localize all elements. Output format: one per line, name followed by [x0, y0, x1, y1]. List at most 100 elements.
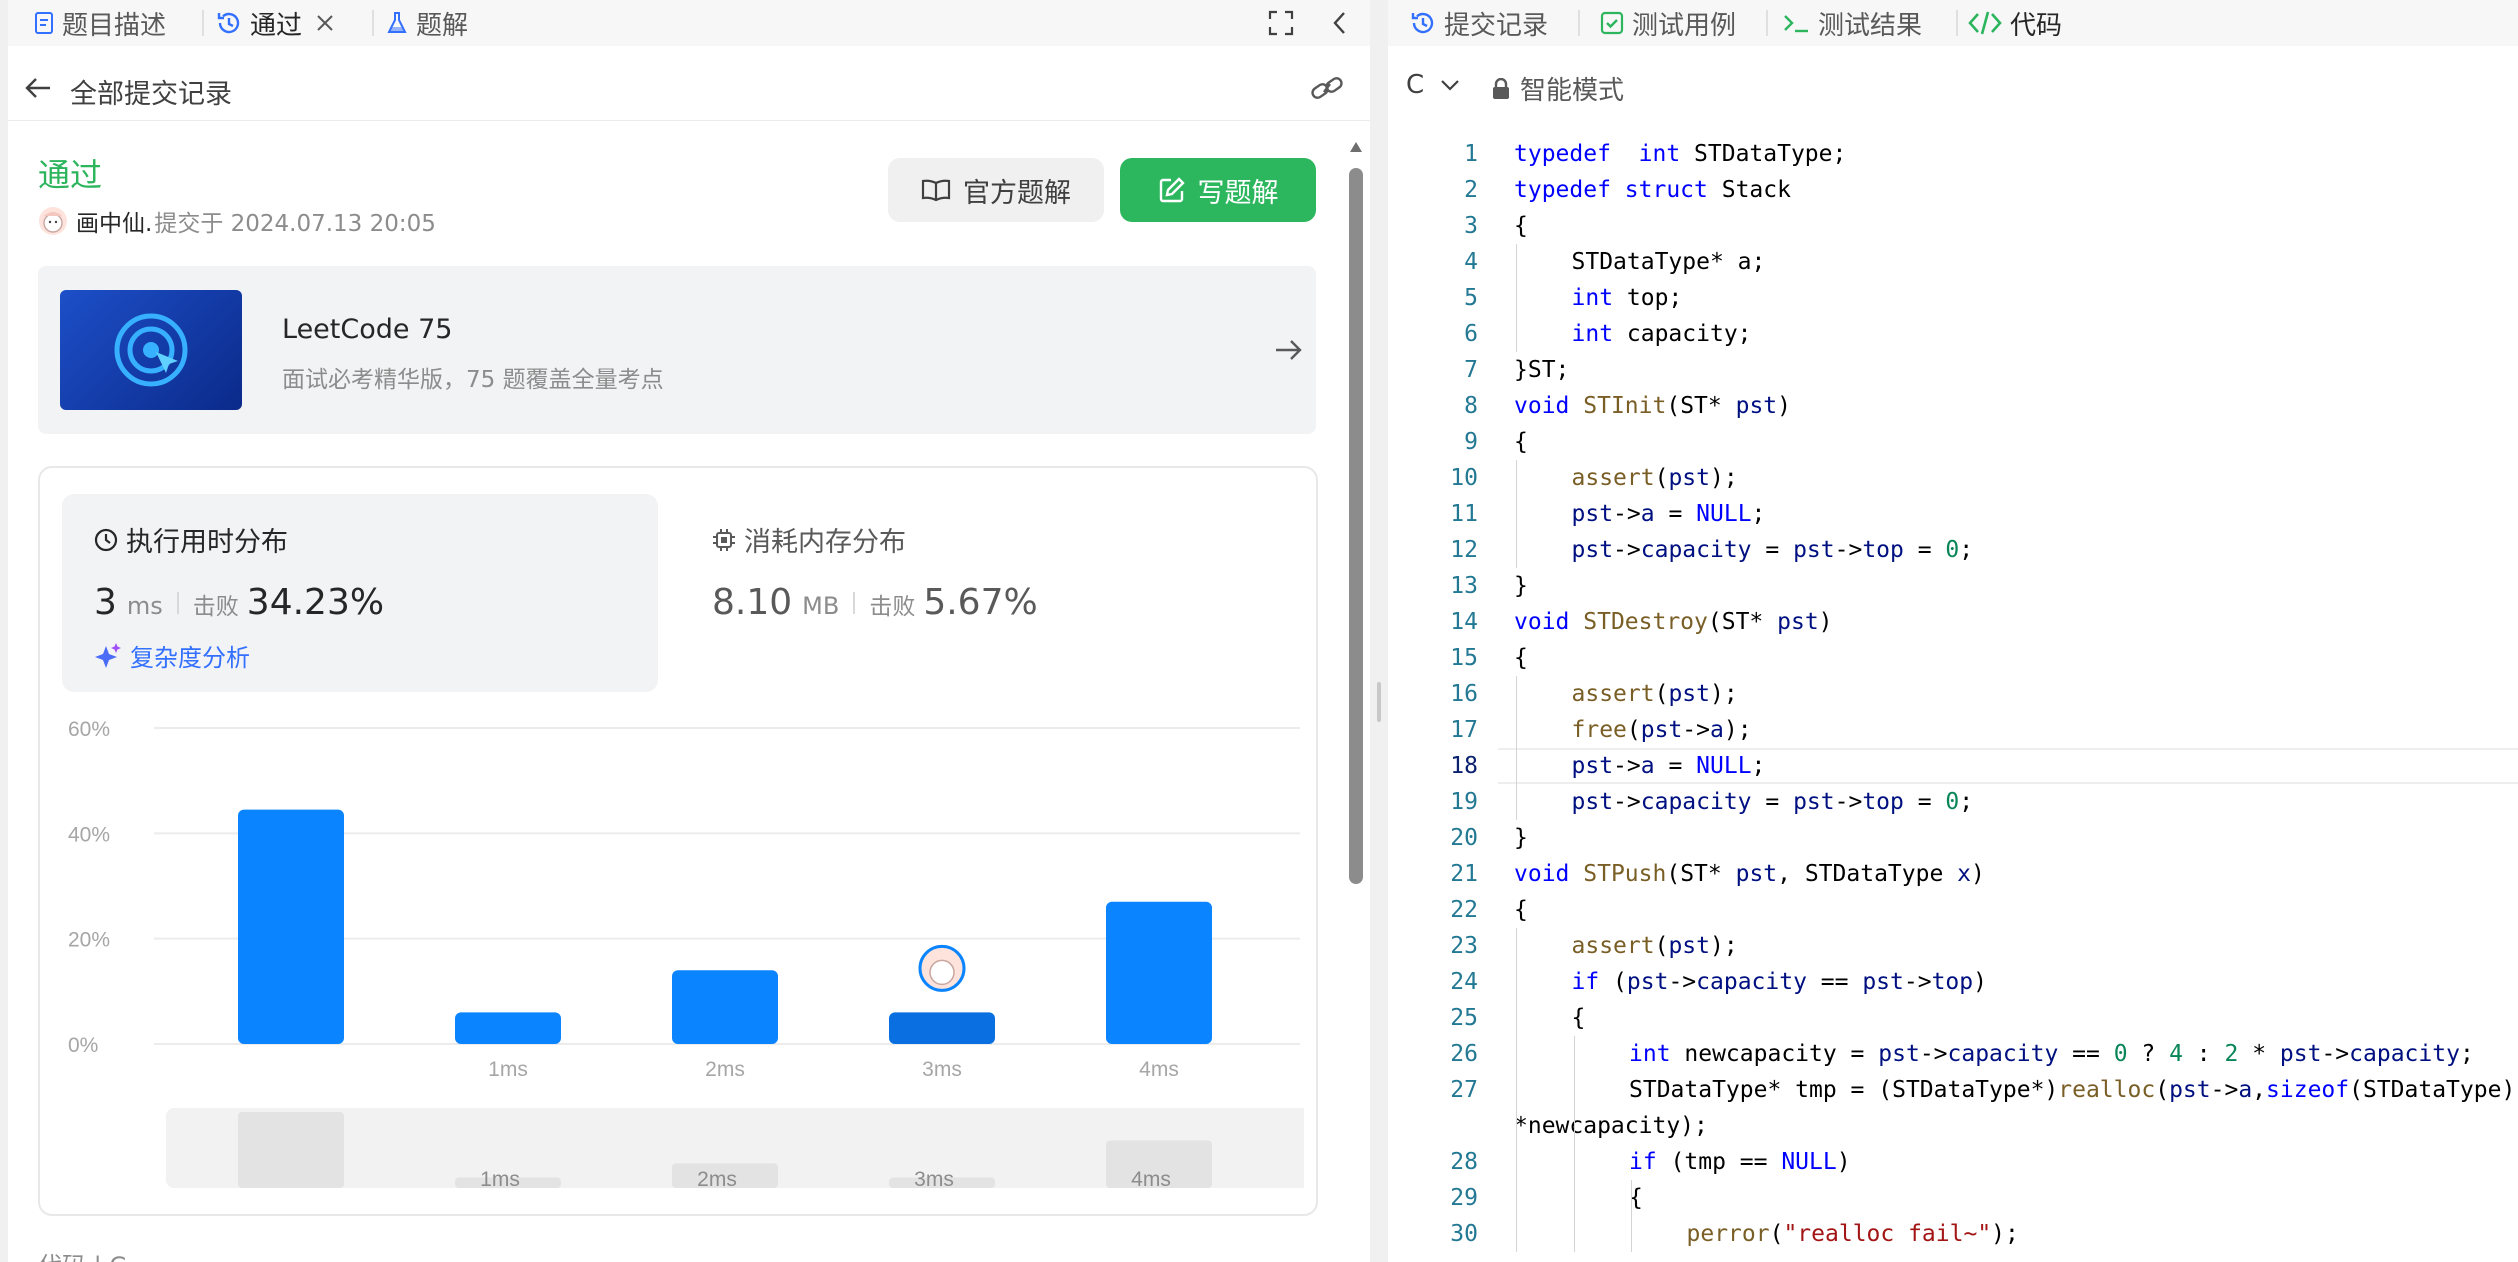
- code-line[interactable]: 25 {: [1388, 1000, 2518, 1036]
- code-text: {: [1514, 429, 1528, 455]
- code-line[interactable]: 15 {: [1388, 640, 2518, 676]
- code-line[interactable]: 14 void STDestroy(ST* pst): [1388, 604, 2518, 640]
- right-pane: 提交记录 测试用例 测试结果 代码 C 智能模式 1 typedef int ST…: [1388, 0, 2518, 1262]
- code-line[interactable]: 20}: [1388, 820, 2518, 856]
- terminal-icon: [1784, 15, 1808, 33]
- brush-label: 4ms: [1131, 1168, 1171, 1191]
- code-line[interactable]: 1 typedef int STDataType;: [1388, 136, 2518, 172]
- code-line[interactable]: 2 typedef struct Stack: [1388, 172, 2518, 208]
- code-line[interactable]: 21 void STPush(ST* pst, STDataType x): [1388, 856, 2518, 892]
- complexity-analysis-link[interactable]: 复杂度分析: [94, 638, 250, 673]
- code-line[interactable]: 8 void STInit(ST* pst): [1388, 388, 2518, 424]
- indent-guide: [1573, 1036, 1575, 1252]
- tab-submissions[interactable]: 提交记录: [1410, 0, 1548, 46]
- code-text: *newcapacity);: [1514, 1113, 1708, 1139]
- code-line[interactable]: 24 if (pst->capacity == pst->top): [1388, 964, 2518, 1000]
- code-text: void STDestroy(ST* pst): [1514, 609, 1833, 635]
- runtime-panel[interactable]: 执行用时分布 3 ms 击败 34.23% 复杂度分析: [62, 494, 658, 692]
- line-number: 18: [1450, 753, 1478, 779]
- code-text: typedef struct Stack: [1514, 177, 1791, 203]
- y-tick-label: 60%: [68, 718, 110, 741]
- code-text: pst->capacity = pst->top = 0;: [1571, 789, 1974, 815]
- y-tick-label: 20%: [68, 929, 110, 952]
- runtime-beat: 34.23%: [246, 582, 385, 623]
- code-line[interactable]: 29{: [1388, 1180, 2518, 1216]
- code-line[interactable]: 22 {: [1388, 892, 2518, 928]
- code-line[interactable]: 23 assert(pst);: [1388, 928, 2518, 964]
- tab-test-results-label: 测试结果: [1818, 10, 1923, 41]
- memory-title: 消耗内存分布: [712, 520, 906, 559]
- tab-solutions[interactable]: 题解: [386, 0, 468, 46]
- left-scrollbar[interactable]: [1346, 130, 1366, 1262]
- checkbox-icon: [1600, 11, 1624, 35]
- write-solution-button[interactable]: 写题解: [1120, 158, 1316, 222]
- code-line[interactable]: 13}: [1388, 568, 2518, 604]
- close-icon[interactable]: [316, 14, 334, 32]
- brush-label: 1ms: [480, 1168, 520, 1191]
- tab-description[interactable]: 题目描述: [34, 0, 166, 46]
- code-line[interactable]: 26 int newcapacity = pst->capacity == 0 ?…: [1388, 1036, 2518, 1072]
- code-line[interactable]: 30 perror("realloc fail~");: [1388, 1216, 2518, 1252]
- code-icon: [1968, 11, 2002, 35]
- code-line[interactable]: 7}ST;: [1388, 352, 2518, 388]
- line-number: 20: [1450, 825, 1478, 851]
- complexity-analysis-label: 复杂度分析: [130, 644, 250, 672]
- back-arrow-icon[interactable]: [24, 76, 52, 100]
- code-line[interactable]: 6 int capacity;: [1388, 316, 2518, 352]
- arrow-right-icon[interactable]: [1274, 336, 1304, 364]
- tab-testcases[interactable]: 测试用例: [1600, 0, 1736, 46]
- performance-card: 执行用时分布 3 ms 击败 34.23% 复杂度分析 消耗内存分布 8.10 …: [38, 466, 1318, 1216]
- code-line[interactable]: 9{: [1388, 424, 2518, 460]
- line-number: 13: [1450, 573, 1478, 599]
- language-value: C: [1406, 70, 1425, 100]
- edit-icon: [1159, 177, 1185, 203]
- code-line[interactable]: 11 pst->a = NULL;: [1388, 496, 2518, 532]
- banner-title: LeetCode 75: [282, 314, 453, 345]
- code-text: assert(pst);: [1571, 933, 1738, 959]
- code-line[interactable]: 16 assert(pst);: [1388, 676, 2518, 712]
- memory-panel[interactable]: 消耗内存分布 8.10 MB 击败 5.67%: [680, 494, 1270, 692]
- banner-subtitle: 面试必考精华版，75 题覆盖全量考点: [282, 367, 664, 393]
- code-line[interactable]: 27 STDataType* tmp = (STDataType*)realloc…: [1388, 1072, 2518, 1108]
- code-text: perror("realloc fail~");: [1686, 1221, 2019, 1247]
- line-number: 3: [1464, 213, 1478, 239]
- code-line[interactable]: 18 pst->a = NULL;: [1450, 748, 2518, 784]
- runtime-distribution-chart[interactable]: 60% 40% 20% 0% 1ms 2ms 3ms 4ms 1ms 2ms 3ms 4ms: [54, 714, 1304, 1194]
- memory-beat: 5.67%: [923, 582, 1038, 623]
- code-line[interactable]: 12 pst->capacity = pst->top = 0;: [1388, 532, 2518, 568]
- line-number: 23: [1450, 933, 1478, 959]
- code-text: STDataType* a;: [1571, 249, 1766, 275]
- language-select[interactable]: C: [1406, 70, 1460, 100]
- code-text: typedef int STDataType;: [1514, 141, 1847, 167]
- leetcode75-banner[interactable]: LeetCode 75 面试必考精华版，75 题覆盖全量考点: [38, 266, 1316, 434]
- pane-splitter[interactable]: [1370, 0, 1388, 1262]
- history-icon: [217, 12, 240, 34]
- code-line[interactable]: *newcapacity);: [1388, 1108, 2518, 1144]
- link-icon[interactable]: [1310, 74, 1344, 102]
- code-line[interactable]: 28 if (tmp == NULL): [1388, 1144, 2518, 1180]
- username[interactable]: 画中仙.: [76, 204, 152, 238]
- line-number: 26: [1450, 1041, 1478, 1067]
- tab-code[interactable]: 代码: [1968, 0, 2062, 46]
- avatar[interactable]: [38, 206, 68, 236]
- code-line[interactable]: 10 assert(pst);: [1388, 460, 2518, 496]
- bar: [455, 1012, 561, 1044]
- line-number: 9: [1464, 429, 1478, 455]
- code-line[interactable]: 5 int top;: [1388, 280, 2518, 316]
- runtime-stat: 3 ms 击败 34.23%: [94, 582, 384, 623]
- fullscreen-icon[interactable]: [1268, 10, 1294, 36]
- tab-test-results[interactable]: 测试结果: [1782, 0, 1922, 46]
- tab-accepted[interactable]: 通过: [216, 0, 342, 46]
- code-line[interactable]: 3{: [1388, 208, 2518, 244]
- code-line[interactable]: 17 free(pst->a);: [1388, 712, 2518, 748]
- runtime-title-label: 执行用时分布: [126, 527, 288, 558]
- line-number: 22: [1450, 897, 1478, 923]
- smart-mode-toggle[interactable]: 智能模式: [1492, 70, 1624, 107]
- code-line[interactable]: 4 STDataType* a;: [1388, 244, 2518, 280]
- collapse-left-icon[interactable]: [1330, 10, 1350, 36]
- tab-description-label: 题目描述: [62, 10, 167, 41]
- official-solution-button[interactable]: 官方题解: [888, 158, 1104, 222]
- code-line[interactable]: 19 pst->capacity = pst->top = 0;: [1388, 784, 2518, 820]
- runtime-beat-label: 击败: [192, 594, 239, 620]
- chip-icon: [713, 528, 735, 551]
